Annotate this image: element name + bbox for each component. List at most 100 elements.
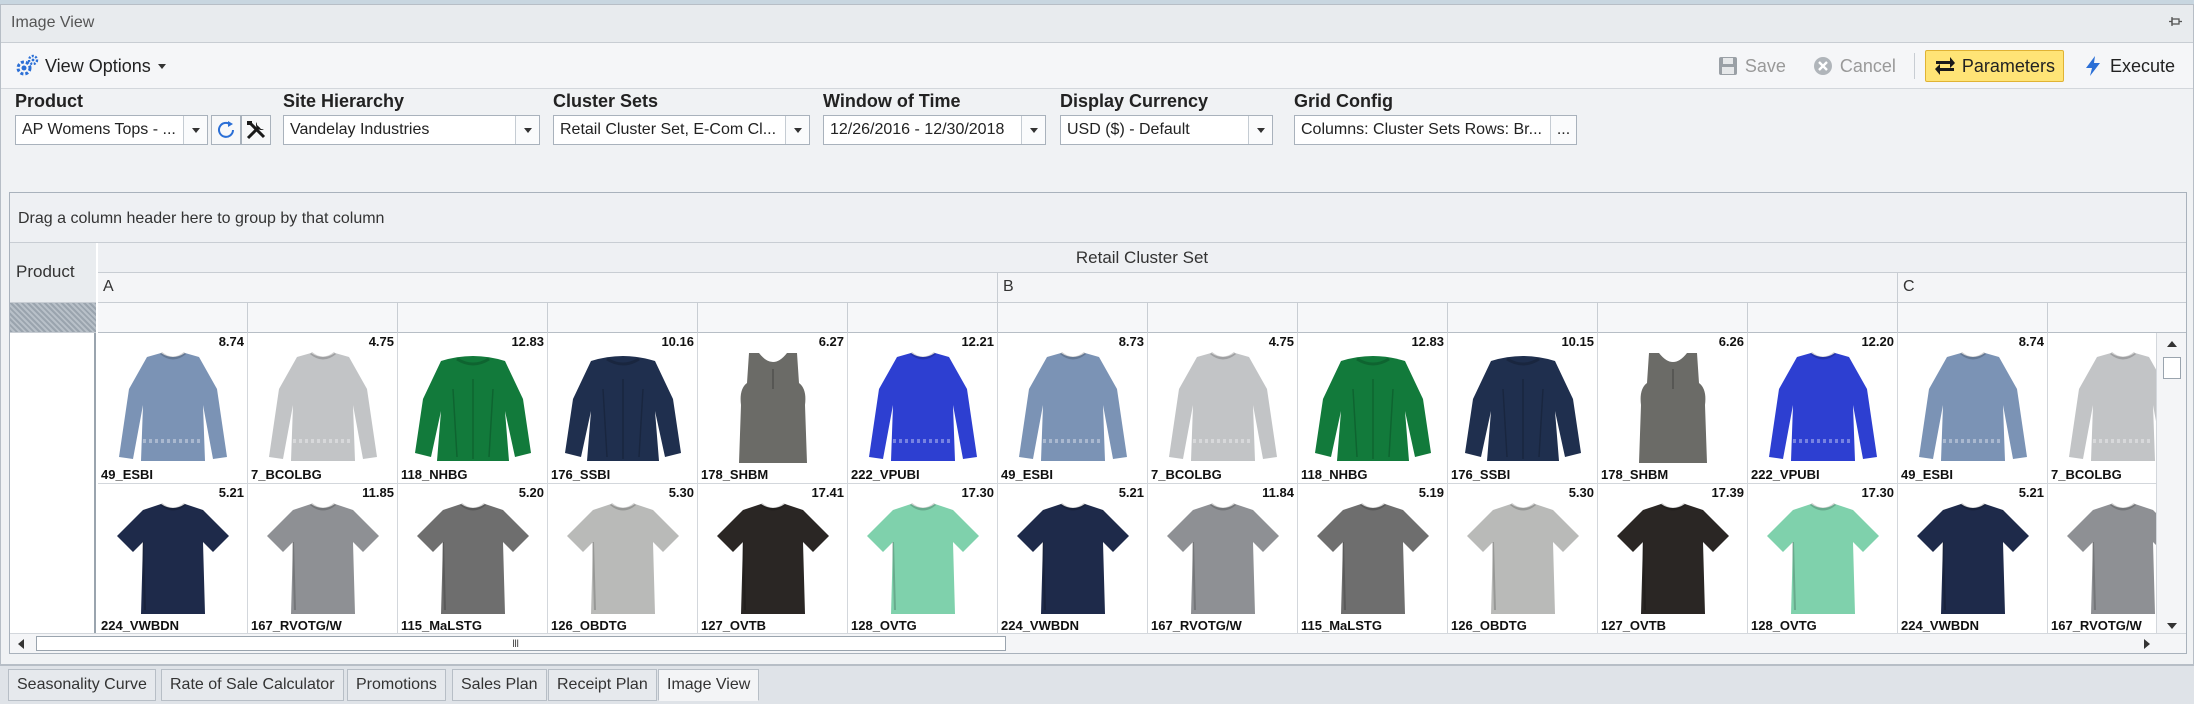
- sub-column-header[interactable]: [698, 303, 848, 333]
- scroll-left-icon[interactable]: [16, 638, 26, 650]
- product-image-cell[interactable]: 17.39 127_OVTB: [1598, 484, 1748, 635]
- horizontal-scroll-thumb[interactable]: III: [36, 636, 1006, 651]
- execute-button[interactable]: Execute: [2074, 50, 2183, 82]
- product-image-cell[interactable]: 11.84 167_RVOTG/W: [1148, 484, 1298, 635]
- product-image-cell[interactable]: 5.30 126_OBDTG: [548, 484, 698, 635]
- product-image-cell[interactable]: 5.21 224_VWBDN: [98, 484, 248, 635]
- grid-config-ellipsis-button[interactable]: ...: [1550, 116, 1576, 144]
- tab-promotions[interactable]: Promotions: [347, 669, 446, 701]
- refresh-button[interactable]: [211, 115, 241, 145]
- product-image-cell[interactable]: 12.83 118_NHBG: [1298, 333, 1448, 484]
- horizontal-scrollbar[interactable]: III: [10, 633, 2186, 653]
- cluster-label: A: [103, 278, 114, 295]
- product-code: 167_RVOTG/W: [251, 618, 342, 633]
- caret-down-icon: [793, 128, 802, 133]
- product-image-cell[interactable]: 7_BCOLBG: [2048, 333, 2156, 484]
- garment-image: [1315, 356, 1431, 461]
- product-image-cell[interactable]: 5.20 115_MaLSTG: [398, 484, 548, 635]
- cell-value: 4.75: [368, 334, 394, 349]
- sub-column-header[interactable]: [1298, 303, 1448, 333]
- cancel-button[interactable]: Cancel: [1804, 50, 1904, 82]
- display-currency-dropdown-arrow[interactable]: [1248, 116, 1272, 144]
- tab-sales-plan[interactable]: Sales Plan: [452, 669, 547, 701]
- sub-column-header[interactable]: [1148, 303, 1298, 333]
- caret-down-icon: [157, 64, 166, 69]
- sub-column-header[interactable]: [1748, 303, 1898, 333]
- product-image-cell[interactable]: 12.21 222_VPUBI: [848, 333, 998, 484]
- cluster-header-c[interactable]: C: [1898, 273, 2186, 303]
- garment-image: [739, 353, 807, 463]
- scroll-up-icon[interactable]: [2166, 339, 2178, 349]
- scroll-right-icon[interactable]: [2142, 638, 2152, 650]
- view-options-menu[interactable]: View Options: [15, 52, 167, 80]
- garment-image: [267, 502, 379, 614]
- sub-column-header[interactable]: [1598, 303, 1748, 333]
- site-hierarchy-dropdown-arrow[interactable]: [515, 116, 539, 144]
- cluster-header-b[interactable]: B: [998, 273, 1898, 303]
- group-by-panel[interactable]: Drag a column header here to group by th…: [10, 193, 2186, 243]
- product-image-cell[interactable]: 10.15 176_SSBI: [1448, 333, 1598, 484]
- cluster-sets-combo[interactable]: Retail Cluster Set, E-Com Cl...: [553, 115, 810, 145]
- cell-value: 12.83: [1411, 334, 1444, 349]
- cluster-header-row: A B C: [98, 273, 2186, 303]
- save-button[interactable]: Save: [1709, 50, 1794, 82]
- swap-arrows-icon: [1934, 57, 1955, 75]
- product-image-cell[interactable]: 12.83 118_NHBG: [398, 333, 548, 484]
- vertical-scroll-thumb[interactable]: [2163, 357, 2181, 379]
- product-image-cell[interactable]: 17.30 128_OVTG: [1748, 484, 1898, 635]
- parameters-label: Parameters: [1961, 55, 2055, 76]
- product-dropdown-arrow[interactable]: [183, 116, 207, 144]
- tab-seasonality-curve[interactable]: Seasonality Curve: [8, 669, 156, 701]
- sub-column-header[interactable]: [398, 303, 548, 333]
- product-image-cell[interactable]: 17.30 128_OVTG: [848, 484, 998, 635]
- sub-column-header[interactable]: [98, 303, 248, 333]
- vertical-scrollbar[interactable]: [2156, 333, 2186, 635]
- sub-column-header[interactable]: [1898, 303, 2048, 333]
- product-combo[interactable]: AP Womens Tops - ...: [15, 115, 208, 145]
- cluster-header-a[interactable]: A: [98, 273, 998, 303]
- window-of-time-dropdown-arrow[interactable]: [1021, 116, 1045, 144]
- window-of-time-combo[interactable]: 12/26/2016 - 12/30/2018: [823, 115, 1046, 145]
- sub-column-header[interactable]: [2048, 303, 2186, 333]
- scroll-down-icon[interactable]: [2166, 621, 2178, 631]
- product-image-cell[interactable]: 12.20 222_VPUBI: [1748, 333, 1898, 484]
- product-image-cell[interactable]: 8.74 49_ESBI: [98, 333, 248, 484]
- sub-column-header[interactable]: [998, 303, 1148, 333]
- product-image-cell[interactable]: 5.30 126_OBDTG: [1448, 484, 1598, 635]
- product-image-cell[interactable]: 6.26 178_SHBM: [1598, 333, 1748, 484]
- product-image-cell[interactable]: 8.73 49_ESBI: [998, 333, 1148, 484]
- retail-cluster-set-band[interactable]: Retail Cluster Set: [98, 243, 2186, 273]
- parameters-button[interactable]: Parameters: [1924, 50, 2064, 82]
- product-column-header[interactable]: Product: [10, 243, 96, 303]
- sub-column-header[interactable]: [1448, 303, 1598, 333]
- cluster-sets-dropdown-arrow[interactable]: [785, 116, 809, 144]
- tab-image-view[interactable]: Image View: [658, 669, 760, 701]
- product-image-cell[interactable]: 167_RVOTG/W: [2048, 484, 2156, 635]
- pin-icon[interactable]: [2169, 15, 2183, 29]
- product-image-cell[interactable]: 5.19 115_MaLSTG: [1298, 484, 1448, 635]
- image-grid: Drag a column header here to group by th…: [9, 192, 2187, 654]
- product-image-cell[interactable]: 8.74 49_ESBI: [1898, 333, 2048, 484]
- product-image-cell[interactable]: 4.75 7_BCOLBG: [248, 333, 398, 484]
- tools-button[interactable]: [241, 115, 271, 145]
- product-image-cell[interactable]: 5.21 224_VWBDN: [1898, 484, 2048, 635]
- grid-config-field[interactable]: Columns: Cluster Sets Rows: Br... ...: [1294, 115, 1577, 145]
- product-code: 126_OBDTG: [1451, 618, 1527, 633]
- sub-column-header[interactable]: [548, 303, 698, 333]
- display-currency-combo[interactable]: USD ($) - Default: [1060, 115, 1273, 145]
- product-image-cell[interactable]: 5.21 224_VWBDN: [998, 484, 1148, 635]
- tab-rate-of-sale-calculator[interactable]: Rate of Sale Calculator: [161, 669, 344, 701]
- product-image-cell[interactable]: 4.75 7_BCOLBG: [1148, 333, 1298, 484]
- cell-value: 17.30: [961, 485, 994, 500]
- cell-value: 11.85: [362, 485, 394, 500]
- product-image-cell[interactable]: 17.41 127_OVTB: [698, 484, 848, 635]
- sub-column-header[interactable]: [848, 303, 998, 333]
- product-image-cell[interactable]: 11.85 167_RVOTG/W: [248, 484, 398, 635]
- sub-column-header[interactable]: [248, 303, 398, 333]
- cluster-sets-value: Retail Cluster Set, E-Com Cl...: [560, 121, 777, 138]
- garment-image: [1617, 502, 1729, 614]
- product-image-cell[interactable]: 6.27 178_SHBM: [698, 333, 848, 484]
- tab-receipt-plan[interactable]: Receipt Plan: [548, 669, 657, 701]
- site-hierarchy-combo[interactable]: Vandelay Industries: [283, 115, 540, 145]
- product-image-cell[interactable]: 10.16 176_SSBI: [548, 333, 698, 484]
